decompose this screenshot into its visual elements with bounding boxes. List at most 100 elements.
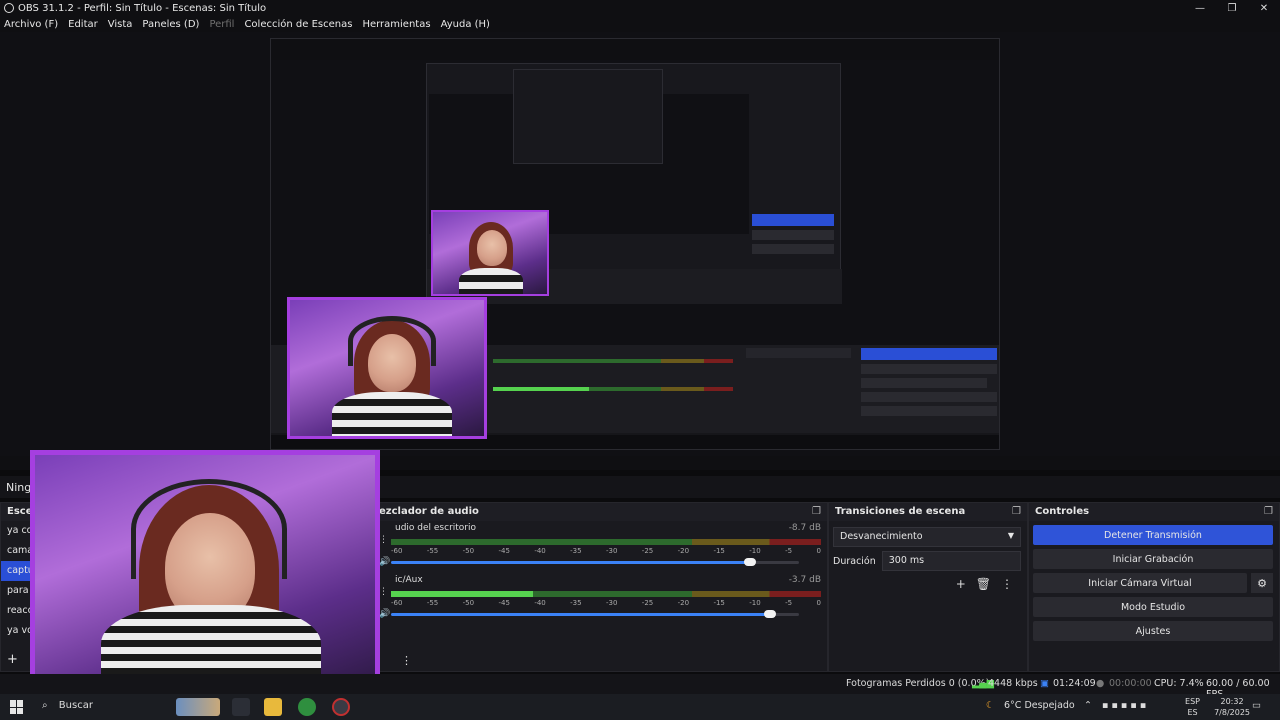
- stream-time: 01:24:09: [1053, 678, 1096, 689]
- taskbar-search[interactable]: ⌕ Buscar: [36, 697, 186, 717]
- menu-coleccion-escenas[interactable]: Colección de Escenas: [244, 19, 352, 30]
- menu-vista[interactable]: Vista: [108, 19, 133, 30]
- duration-input[interactable]: 300 ms: [881, 551, 1021, 571]
- clock[interactable]: 20:32 7/8/2025: [1214, 696, 1250, 718]
- chevron-down-icon: ▼: [1007, 531, 1014, 540]
- meter-ticks: -60 -55 -50 -45 -40 -35 -30 -25 -20 -15 -10 -5 0: [391, 547, 821, 555]
- obs-taskbar-icon[interactable]: [332, 698, 350, 716]
- volume-slider-knob[interactable]: [764, 610, 776, 618]
- file-explorer-icon[interactable]: [264, 698, 282, 716]
- controls-header: Controles ❐: [1029, 503, 1279, 521]
- close-button[interactable]: ✕: [1248, 0, 1280, 16]
- transition-tools: + 🗑 ⋮: [829, 571, 1027, 591]
- clock-date: 7/8/2025: [1214, 708, 1250, 717]
- nested-meter-1: [493, 359, 733, 363]
- nested-vcam-button: [752, 244, 834, 254]
- studio-mode-button[interactable]: Modo Estudio: [1033, 597, 1273, 617]
- start-virtual-camera-button[interactable]: Iniciar Cámara Virtual: [1033, 573, 1247, 593]
- language-indicator[interactable]: ESP ES: [1185, 696, 1200, 718]
- start-recording-button[interactable]: Iniciar Grabación: [1033, 549, 1273, 569]
- menu-paneles[interactable]: Paneles (D): [142, 19, 199, 30]
- channel-name: ic/Aux: [395, 575, 423, 585]
- settings-button[interactable]: Ajustes: [1033, 621, 1273, 641]
- record-icon: ●: [1096, 678, 1105, 689]
- nested-trans-select: [746, 348, 851, 358]
- transition-select[interactable]: Desvanecimiento ▼: [833, 527, 1021, 547]
- add-transition-icon[interactable]: +: [956, 577, 966, 591]
- volume-slider-rest: [750, 561, 799, 564]
- delete-transition-icon[interactable]: 🗑: [976, 577, 991, 591]
- speaker-icon[interactable]: 🔊: [379, 609, 390, 619]
- channel-db: -3.7 dB: [788, 575, 821, 585]
- tray-chevron-up-icon[interactable]: ⌃: [1084, 700, 1092, 711]
- stop-stream-button[interactable]: Detener Transmisión: [1033, 525, 1273, 545]
- minimize-button[interactable]: —: [1184, 0, 1216, 16]
- menu-perfil[interactable]: Perfil: [209, 19, 234, 30]
- windows-start-icon[interactable]: [10, 700, 24, 714]
- chrome-icon[interactable]: [298, 698, 316, 716]
- weather-text[interactable]: 6°C Despejado: [1004, 700, 1075, 711]
- volume-slider-track[interactable]: [391, 613, 770, 616]
- menu-ayuda[interactable]: Ayuda (H): [441, 19, 490, 30]
- obs-logo-icon: [4, 3, 14, 13]
- search-icon: ⌕: [42, 700, 48, 711]
- controls-title: Controles: [1035, 506, 1090, 517]
- dock-float-icon[interactable]: ❐: [1264, 506, 1273, 518]
- controls-dock: Controles ❐ Detener Transmisión Iniciar …: [1028, 502, 1280, 672]
- nested-start-rec: [861, 364, 997, 374]
- nested-title-bar: [271, 39, 999, 50]
- meter-ticks: -60 -55 -50 -45 -40 -35 -30 -25 -20 -15 -10 -5 0: [391, 599, 821, 607]
- tray-icons[interactable]: ▪ ▪ ▪ ▪ ▪: [1102, 700, 1146, 711]
- speaker-icon[interactable]: 🔊: [379, 557, 390, 567]
- volume-slider-knob[interactable]: [744, 558, 756, 566]
- window-controls: — ❐ ✕: [1184, 0, 1280, 16]
- mixer-header: ezclador de audio ❐: [373, 503, 827, 521]
- record-time: 00:00:00: [1109, 678, 1152, 689]
- preview-nested-obs-capture: [270, 38, 1000, 450]
- bitrate: 4448 kbps: [988, 678, 1038, 689]
- nested-webcam-small: [431, 210, 549, 296]
- dock-float-icon[interactable]: ❐: [812, 506, 821, 518]
- virtual-cam-row: Iniciar Cámara Virtual ⚙: [1033, 573, 1273, 593]
- channel-name: udio del escritorio: [395, 523, 477, 533]
- transition-menu-icon[interactable]: ⋮: [1001, 577, 1013, 591]
- volume-slider-track[interactable]: [391, 561, 750, 564]
- weather-icon: ☾: [986, 700, 995, 711]
- duration-row: Duración 300 ms: [833, 551, 1021, 571]
- notification-icon[interactable]: ▭: [1252, 700, 1261, 711]
- gear-icon[interactable]: ⚙: [1251, 573, 1273, 593]
- transitions-title: Transiciones de escena: [835, 506, 966, 517]
- mixer-channel-desktop: udio del escritorio -8.7 dB ⋮ -60 -55 -50-…: [373, 521, 827, 573]
- transitions-header: Transiciones de escena ❐: [829, 503, 1027, 521]
- add-scene-icon[interactable]: +: [7, 652, 18, 667]
- taskbar-widget-icon[interactable]: [176, 698, 220, 716]
- menu-bar: Archivo (F) Editar Vista Paneles (D) Per…: [0, 16, 1280, 32]
- nested-stop-button: [752, 214, 834, 226]
- dock-float-icon[interactable]: ❐: [1012, 506, 1021, 518]
- mixer-title: ezclador de audio: [379, 506, 479, 517]
- duration-label: Duración: [833, 555, 876, 567]
- channel-db: -8.7 dB: [788, 523, 821, 533]
- channel-menu-icon[interactable]: ⋮: [379, 535, 388, 545]
- webcam-overlay: [30, 450, 380, 696]
- restore-button[interactable]: ❐: [1216, 0, 1248, 16]
- volume-meter: [391, 539, 821, 545]
- meter-level-fill: [391, 591, 533, 597]
- clock-time: 20:32: [1220, 697, 1244, 706]
- stream-icon: ▣: [1040, 678, 1049, 689]
- lang-code: ESP: [1185, 697, 1200, 706]
- channel-menu-icon[interactable]: ⋮: [379, 587, 388, 597]
- menu-editar[interactable]: Editar: [68, 19, 98, 30]
- title-bar: OBS 31.1.2 - Perfil: Sin Título - Escena…: [0, 0, 1280, 16]
- nested-webcam-medium: [287, 297, 487, 439]
- menu-herramientas[interactable]: Herramientas: [362, 19, 430, 30]
- nested-start-vcam: [861, 378, 987, 388]
- task-view-icon[interactable]: [232, 698, 250, 716]
- mixer-menu-icon[interactable]: ⋮: [401, 654, 412, 667]
- lang-sub: ES: [1187, 708, 1198, 717]
- nested-menu-bar: [271, 50, 999, 60]
- nested-studio: [861, 392, 997, 402]
- scene-item-selected[interactable]: captu: [1, 561, 34, 581]
- transitions-dock: Transiciones de escena ❐ Desvanecimiento…: [828, 502, 1028, 672]
- menu-archivo[interactable]: Archivo (F): [4, 19, 58, 30]
